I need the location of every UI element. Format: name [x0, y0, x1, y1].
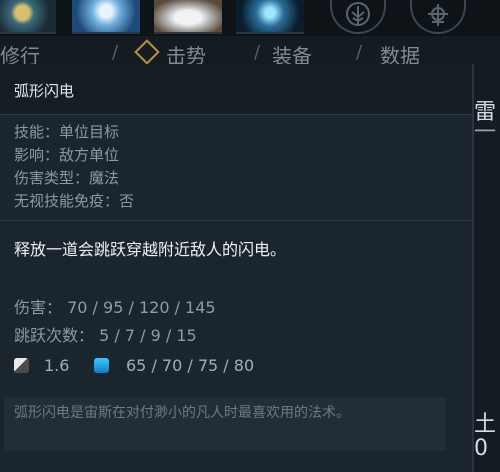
stat-damage: 伤害： 70 / 95 / 120 / 145 [14, 294, 216, 318]
stat-value: 5 / 7 / 9 / 15 [99, 326, 197, 345]
stat-label: 跳跃次数： [14, 326, 95, 345]
ability-attributes: 技能：单位目标 影响：敌方单位 伤害类型：魔法 无视技能免疫：否 [14, 121, 134, 213]
mana-cost-value: 65 / 70 / 75 / 80 [126, 356, 255, 375]
attribute-damage-type: 伤害类型：魔法 [14, 169, 120, 187]
tree-emblem-icon[interactable] [330, 0, 386, 34]
attribute-affects: 影响：敌方单位 [14, 146, 120, 164]
attribute-ability-type: 技能：单位目标 [14, 123, 120, 141]
attribute-pierces-immunity: 无视技能免疫：否 [14, 192, 135, 210]
ability-name: 弧形闪电 [14, 82, 75, 100]
cooldown-value: 1.6 [44, 356, 70, 375]
tooltip-header: 弧形闪电 [0, 64, 472, 114]
hero-strip [0, 0, 500, 36]
mana-icon [94, 358, 109, 373]
stat-label: 伤害： [14, 298, 63, 317]
hero-portrait-1[interactable] [0, 0, 56, 34]
diamond-icon [134, 39, 160, 65]
stat-value: 70 / 95 / 120 / 145 [67, 298, 216, 317]
tab-separator: / [356, 42, 363, 63]
ornament-emblem-icon[interactable] [410, 0, 466, 34]
cooldown-icon [14, 358, 29, 373]
right-panel-text: 一 [474, 120, 497, 145]
hero-portrait-4[interactable] [236, 0, 304, 34]
tab-separator: / [112, 42, 119, 63]
ability-tooltip: 弧形闪电 技能：单位目标 影响：敌方单位 伤害类型：魔法 无视技能免疫：否 释放… [0, 64, 474, 472]
lore-box: 弧形闪电是宙斯在对付渺小的凡人时最喜欢用的法术。 [4, 397, 446, 451]
stat-jump-count: 跳跃次数： 5 / 7 / 9 / 15 [14, 322, 197, 346]
tab-bar: 修行 / 击势 / 装备 / 数据 [0, 38, 500, 68]
ability-description: 释放一道会跳跃穿越附近敌人的闪电。 [14, 240, 287, 259]
lore-text: 弧形闪电是宙斯在对付渺小的凡人时最喜欢用的法术。 [14, 405, 350, 421]
right-panel-text: 土 [474, 412, 497, 437]
tab-separator: / [254, 42, 261, 63]
right-panel-text: 0 [474, 436, 488, 461]
hero-portrait-2[interactable] [72, 0, 140, 34]
divider [0, 114, 472, 115]
divider [0, 220, 472, 221]
hero-portrait-3[interactable] [154, 0, 222, 34]
